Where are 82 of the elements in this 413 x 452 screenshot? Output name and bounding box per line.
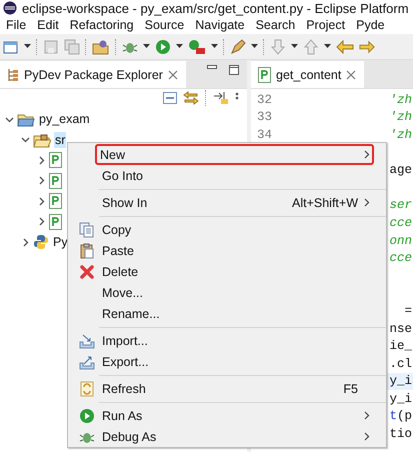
menu-item[interactable]: Go Into	[70, 165, 374, 186]
menu-item[interactable]: Paste	[70, 240, 374, 261]
dropdown-caret-icon[interactable]	[143, 44, 150, 49]
folder-icon[interactable]	[92, 38, 110, 54]
menu-item[interactable]: Delete	[70, 261, 374, 282]
menu-item[interactable]: Run As	[70, 405, 374, 426]
forward-arrow-icon[interactable]	[359, 40, 375, 54]
menu-item[interactable]: Edit	[37, 18, 59, 32]
menu-item[interactable]: Debug As	[70, 426, 374, 447]
python-file-icon	[49, 152, 62, 168]
tree-item[interactable]: py_exam	[38, 111, 91, 128]
tree-item[interactable]: Py	[52, 234, 69, 250]
python-file-icon	[49, 214, 62, 230]
copy-icon	[79, 222, 95, 238]
dropdown-caret-icon[interactable]	[324, 44, 331, 49]
menu-item[interactable]: Import...	[70, 330, 374, 351]
python-icon	[33, 234, 49, 250]
dropdown-caret-icon[interactable]	[251, 44, 258, 49]
editor-tab[interactable]: get_content	[251, 61, 364, 88]
code-text: 'zh	[389, 92, 412, 107]
tree-item[interactable]: sr	[54, 132, 66, 148]
code-text: onn	[389, 234, 412, 248]
code-text: t(p	[389, 409, 412, 424]
menu-item[interactable]: Copy	[70, 219, 374, 240]
menu-item[interactable]: Project	[306, 18, 346, 32]
menu-item[interactable]: Refactoring	[70, 18, 134, 32]
focus-icon[interactable]	[213, 91, 229, 105]
line-number: 32	[257, 92, 272, 107]
dropdown-caret-icon[interactable]	[211, 44, 218, 49]
menu-item[interactable]: Navigate	[195, 18, 245, 32]
dropdown-caret-icon[interactable]	[176, 44, 183, 49]
python-file-icon	[49, 172, 62, 189]
run-icon[interactable]	[155, 38, 171, 54]
minimize-icon[interactable]	[207, 64, 217, 68]
import-icon	[79, 332, 95, 348]
new-window-icon[interactable]	[3, 38, 19, 54]
code-text: ser	[389, 198, 412, 212]
menu-item[interactable]: File	[6, 18, 26, 32]
menu-item[interactable]: Source	[144, 18, 184, 32]
line-number: 33	[257, 110, 272, 124]
menu-item[interactable]: Show In Alt+Shift+W	[70, 192, 374, 213]
back-arrow-icon[interactable]	[336, 40, 354, 54]
code-text: 'zh	[389, 128, 412, 142]
tree-icon	[7, 68, 19, 82]
clipboard-icon	[79, 242, 95, 258]
pen-icon[interactable]	[230, 38, 246, 54]
close-icon[interactable]	[346, 70, 356, 80]
run-icon	[79, 408, 95, 424]
code-text: y_i	[389, 374, 412, 388]
code-text: .cl	[389, 356, 412, 371]
menu-item[interactable]: Rename...	[70, 303, 374, 324]
code-text: nse	[389, 322, 412, 336]
code-text: 'zh	[389, 110, 412, 124]
code-text: tio	[389, 427, 412, 442]
refresh-icon	[79, 380, 95, 396]
dropdown-caret-icon[interactable]	[291, 44, 298, 49]
delete-icon	[79, 264, 95, 280]
collapse-all-icon[interactable]	[163, 92, 177, 104]
code-text: ie_	[389, 339, 412, 354]
menu-item[interactable]: Move...	[70, 282, 374, 303]
dropdown-caret-icon[interactable]	[24, 44, 31, 49]
menu-item[interactable]: Refresh F5	[70, 378, 374, 399]
menu-item[interactable]: New	[95, 144, 374, 165]
code-text: cce	[389, 216, 412, 230]
menu-item[interactable]: Pyde	[356, 18, 385, 32]
link-arrows-icon[interactable]	[183, 91, 199, 105]
code-text: y_i	[389, 392, 412, 406]
explorer-tab[interactable]: PyDev Package Explorer	[0, 61, 186, 88]
line-number: 34	[257, 128, 272, 142]
python-file-icon	[258, 66, 271, 82]
maximize-icon[interactable]	[229, 64, 239, 74]
code-text: age	[389, 163, 412, 178]
code-text: cce	[389, 251, 412, 266]
run-tool-icon[interactable]	[188, 38, 206, 54]
menu-item[interactable]: Search	[256, 18, 296, 32]
menu-item[interactable]: Export...	[70, 351, 374, 372]
window-title: eclipse-workspace - py_exam/src/get_content.py - Eclipse Platform	[22, 0, 409, 16]
close-icon[interactable]	[168, 70, 178, 80]
export-icon	[79, 354, 95, 370]
package-folder-icon	[33, 132, 51, 148]
code-text: =	[404, 304, 412, 318]
python-file-icon	[49, 193, 62, 210]
